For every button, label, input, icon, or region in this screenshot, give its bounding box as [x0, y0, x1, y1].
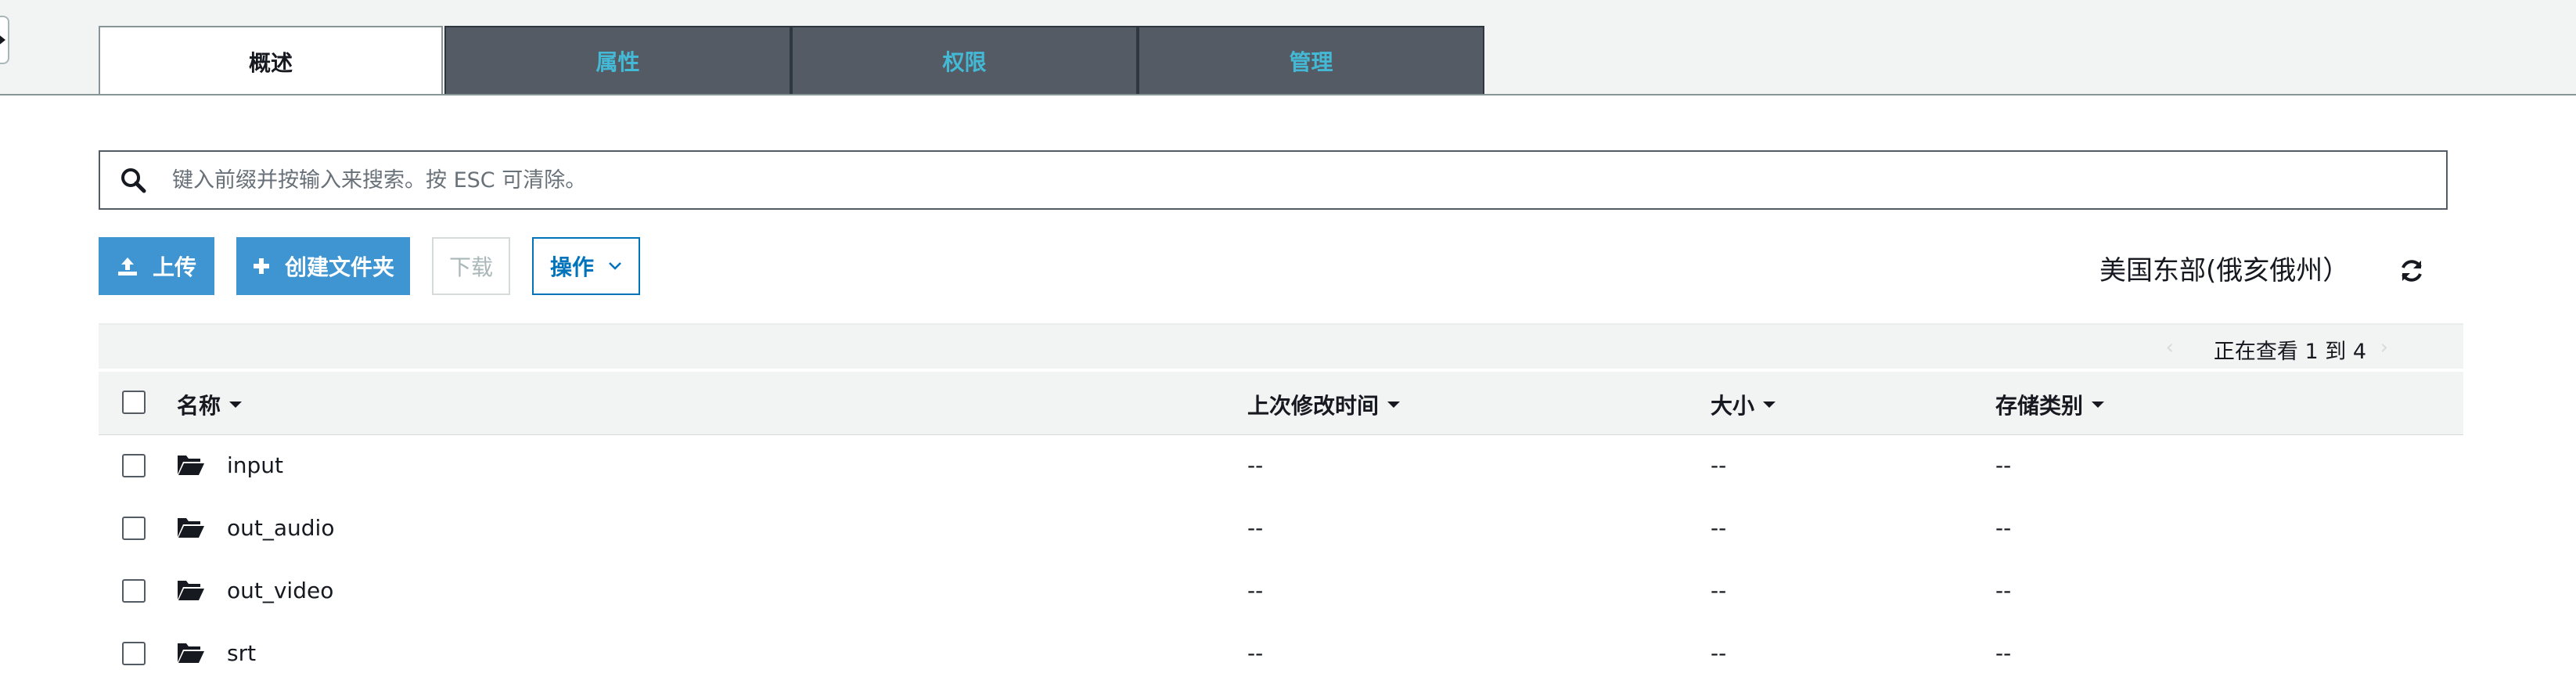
sidebar-toggle-button[interactable] [0, 16, 9, 64]
folder-open-icon [178, 581, 204, 600]
column-last-modified-label: 上次修改时间 [1247, 393, 1380, 419]
column-size[interactable]: 大小 [1711, 389, 1776, 420]
row-checkbox[interactable] [122, 579, 146, 603]
storage-class-cell: -- [1995, 578, 2012, 603]
column-name[interactable]: 名称 [177, 389, 243, 420]
chevron-down-icon [609, 262, 621, 270]
top-bar: 概述 属性 权限 管理 [0, 0, 2576, 95]
search-box [99, 150, 2448, 210]
select-all-checkbox[interactable] [122, 391, 146, 414]
size-cell: -- [1711, 640, 1727, 666]
row-checkbox[interactable] [122, 642, 146, 665]
upload-label: 上传 [152, 254, 196, 280]
column-storage-class[interactable]: 存储类别 [1995, 389, 2105, 420]
upload-button[interactable]: 上传 [99, 237, 214, 295]
last-modified-cell: -- [1247, 640, 1264, 666]
tab-permissions[interactable]: 权限 [791, 26, 1138, 94]
table-row[interactable]: input -- -- -- [99, 435, 2463, 499]
pagination-bar: ‹ 正在查看 1 到 4 › [99, 323, 2463, 369]
download-label: 下载 [448, 254, 493, 280]
folder-open-icon [178, 456, 204, 475]
last-modified-cell: -- [1247, 578, 1264, 603]
storage-class-cell: -- [1995, 515, 2012, 541]
pager-prev-button[interactable]: ‹ [2166, 336, 2174, 359]
table-row[interactable]: out_audio -- -- -- [99, 498, 2463, 562]
tab-bar: 概述 属性 权限 管理 [99, 26, 1484, 94]
column-name-label: 名称 [177, 393, 221, 419]
size-cell: -- [1711, 578, 1727, 603]
actions-dropdown[interactable]: 操作 [532, 237, 640, 295]
plus-icon [252, 257, 271, 275]
sort-caret-icon [2092, 402, 2105, 408]
row-checkbox[interactable] [122, 454, 146, 477]
download-button[interactable]: 下载 [432, 237, 510, 295]
table-header: 名称 上次修改时间 大小 存储类别 [99, 372, 2463, 437]
last-modified-cell: -- [1247, 452, 1264, 478]
folder-open-icon [178, 643, 204, 663]
search-input[interactable] [171, 167, 2446, 193]
object-name-link[interactable]: out_video [227, 578, 333, 603]
column-storage-class-label: 存储类别 [1995, 393, 2084, 419]
column-size-label: 大小 [1711, 393, 1755, 419]
table-row[interactable]: srt -- -- -- [99, 623, 2463, 686]
last-modified-cell: -- [1247, 515, 1264, 541]
tab-overview[interactable]: 概述 [99, 26, 443, 94]
object-name-link[interactable]: out_audio [227, 515, 334, 541]
region-label: 美国东部(俄亥俄州） [2099, 255, 2350, 286]
object-name-link[interactable]: input [227, 452, 283, 478]
tab-properties[interactable]: 属性 [444, 26, 791, 94]
row-checkbox[interactable] [122, 517, 146, 540]
pager-next-button[interactable]: › [2380, 336, 2388, 359]
search-icon [121, 168, 146, 193]
create-folder-label: 创建文件夹 [284, 254, 394, 280]
create-folder-button[interactable]: 创建文件夹 [236, 237, 410, 295]
upload-icon [117, 256, 139, 276]
refresh-icon[interactable] [2398, 257, 2426, 285]
sort-caret-icon [229, 402, 243, 408]
sort-caret-icon [1763, 402, 1776, 408]
folder-open-icon [178, 518, 204, 538]
storage-class-cell: -- [1995, 452, 2012, 478]
object-name-link[interactable]: srt [227, 640, 256, 666]
size-cell: -- [1711, 515, 1727, 541]
pager-status: 正在查看 1 到 4 [2213, 340, 2366, 364]
caret-right-icon [0, 35, 5, 45]
storage-class-cell: -- [1995, 640, 2012, 666]
actions-label: 操作 [549, 254, 594, 280]
column-last-modified[interactable]: 上次修改时间 [1247, 389, 1401, 420]
size-cell: -- [1711, 452, 1727, 478]
sort-caret-icon [1387, 402, 1401, 408]
tab-management[interactable]: 管理 [1138, 26, 1484, 94]
table-row[interactable]: out_video -- -- -- [99, 560, 2463, 625]
